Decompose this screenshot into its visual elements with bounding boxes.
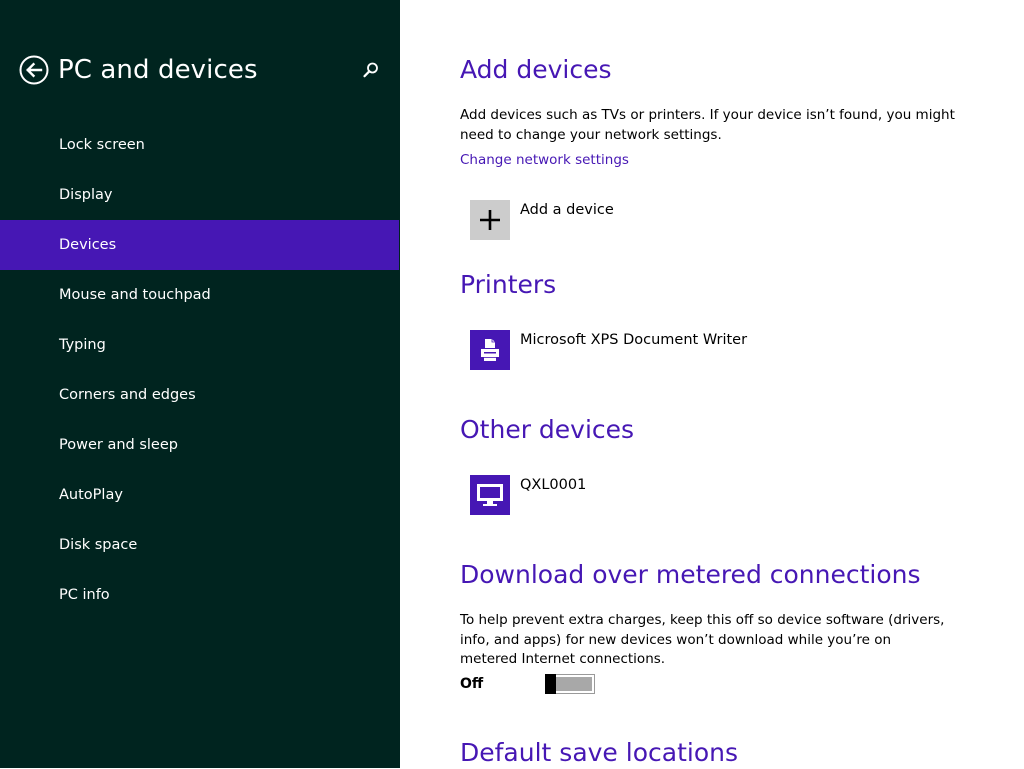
toggle-thumb[interactable] bbox=[545, 674, 556, 694]
sidebar-nav: Lock screen Display Devices Mouse and to… bbox=[0, 120, 400, 620]
printer-name: Microsoft XPS Document Writer bbox=[520, 332, 748, 348]
printer-item[interactable]: Microsoft XPS Document Writer bbox=[460, 330, 880, 370]
other-device-name: QXL0001 bbox=[520, 477, 587, 493]
metered-toggle-switch[interactable] bbox=[545, 674, 595, 694]
back-arrow-icon[interactable] bbox=[19, 55, 49, 85]
sidebar-item-corners-and-edges[interactable]: Corners and edges bbox=[0, 370, 400, 420]
search-icon[interactable] bbox=[362, 61, 380, 79]
metered-heading: Download over metered connections bbox=[460, 560, 921, 589]
add-device-label: Add a device bbox=[520, 202, 614, 218]
sidebar: PC and devices Lock screen Display Devic… bbox=[0, 0, 400, 768]
sidebar-item-lock-screen[interactable]: Lock screen bbox=[0, 120, 400, 170]
sidebar-item-power-and-sleep[interactable]: Power and sleep bbox=[0, 420, 400, 470]
sidebar-item-pc-info[interactable]: PC info bbox=[0, 570, 400, 620]
sidebar-header: PC and devices bbox=[0, 0, 400, 140]
sidebar-item-typing[interactable]: Typing bbox=[0, 320, 400, 370]
add-devices-description: Add devices such as TVs or printers. If … bbox=[460, 107, 955, 143]
sidebar-item-autoplay[interactable]: AutoPlay bbox=[0, 470, 400, 520]
sidebar-item-mouse-and-touchpad[interactable]: Mouse and touchpad bbox=[0, 270, 400, 320]
sidebar-item-disk-space[interactable]: Disk space bbox=[0, 520, 400, 570]
change-network-settings-link[interactable]: Change network settings bbox=[460, 151, 629, 170]
monitor-icon bbox=[470, 475, 510, 515]
default-save-heading: Default save locations bbox=[460, 738, 738, 767]
sidebar-item-devices[interactable]: Devices bbox=[0, 220, 399, 270]
metered-description: To help prevent extra charges, keep this… bbox=[460, 612, 945, 667]
page-title: PC and devices bbox=[58, 55, 258, 85]
printer-icon bbox=[470, 330, 510, 370]
add-devices-heading: Add devices bbox=[460, 55, 612, 84]
other-devices-heading: Other devices bbox=[460, 415, 635, 444]
printers-heading: Printers bbox=[460, 270, 557, 299]
other-device-item[interactable]: QXL0001 bbox=[460, 475, 880, 515]
main-content: Add devices Add devices such as TVs or p… bbox=[460, 0, 980, 768]
metered-toggle-label: Off bbox=[460, 676, 484, 692]
plus-icon bbox=[470, 200, 510, 240]
sidebar-item-display[interactable]: Display bbox=[0, 170, 400, 220]
add-device-button[interactable]: Add a device bbox=[460, 200, 880, 240]
